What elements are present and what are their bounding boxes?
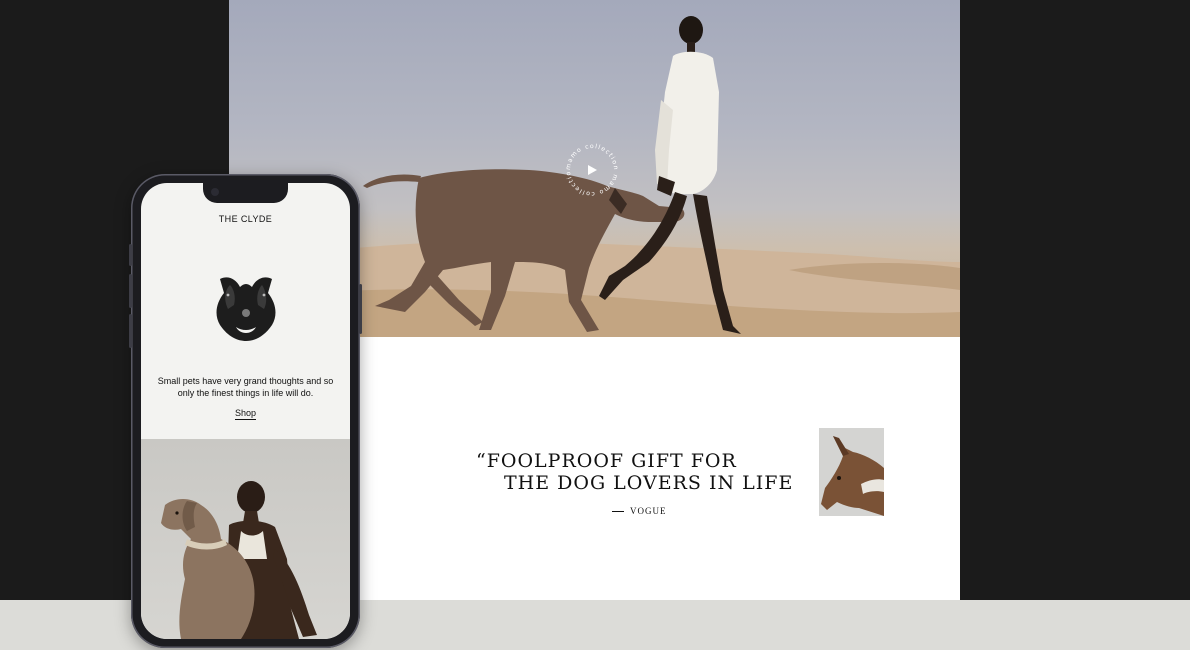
shop-link[interactable]: Shop	[234, 408, 257, 420]
phone-power-button	[359, 284, 362, 334]
quote-line-2: THE DOG LOVERS IN LIFE	[504, 472, 794, 494]
phone-mockup: THE CLYDE Small pets have very grand tho…	[129, 174, 362, 648]
play-icon	[588, 165, 597, 175]
dog-portrait-illustration	[821, 436, 884, 516]
quote-thumbnail	[819, 428, 884, 516]
phone-notch	[203, 183, 288, 203]
play-video-button[interactable]: mamo collection mamo collection	[562, 140, 622, 200]
harness-icon	[216, 277, 276, 341]
phone-volume-up	[129, 274, 132, 308]
quote-line-1: “FOOLPROOF GIFT FOR	[476, 450, 737, 472]
shop-link-wrapper: Shop	[141, 408, 350, 420]
product-title: THE CLYDE	[218, 214, 273, 224]
phone-screen: THE CLYDE Small pets have very grand tho…	[141, 183, 350, 639]
source-dash	[612, 510, 624, 512]
phone-volume-down	[129, 314, 132, 348]
product-description: Small pets have very grand thoughts and …	[157, 376, 334, 398]
phone-side-button	[129, 244, 132, 266]
phone-lifestyle-photo	[141, 439, 350, 639]
woman-with-dog-illustration	[161, 481, 317, 639]
press-quote: “FOOLPROOF GIFT FOR THE DOG LOVERS IN LI…	[476, 450, 806, 494]
camera-icon	[211, 188, 219, 196]
quote-source: VOGUE	[612, 506, 667, 516]
source-label: VOGUE	[630, 506, 667, 516]
harness-product-image[interactable]	[206, 269, 286, 349]
